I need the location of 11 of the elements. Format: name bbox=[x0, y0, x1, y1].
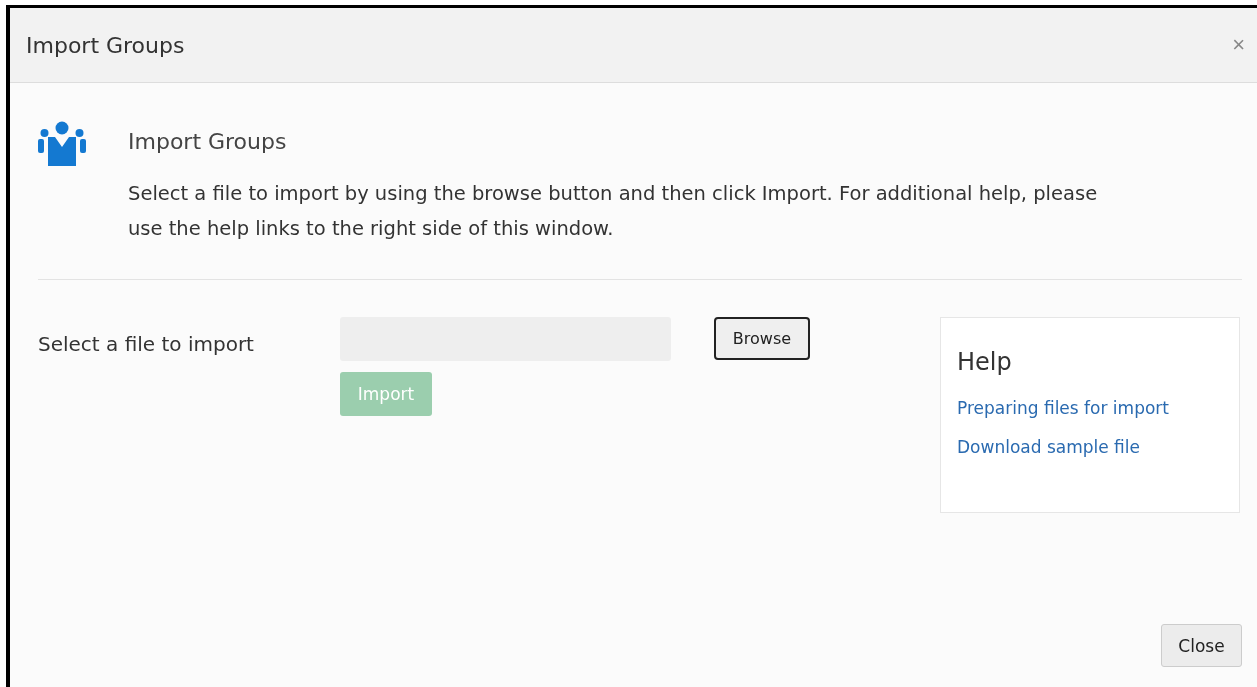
close-button[interactable]: Close bbox=[1161, 624, 1242, 667]
dialog-title: Import Groups bbox=[26, 32, 185, 58]
section-title: Import Groups bbox=[128, 129, 288, 154]
browse-button[interactable]: Browse bbox=[714, 317, 810, 360]
help-title: Help bbox=[957, 348, 1013, 376]
help-link[interactable]: Download sample file bbox=[957, 437, 1223, 457]
field-label: Select a file to import bbox=[38, 331, 255, 358]
close-button[interactable]: × bbox=[1232, 32, 1245, 58]
description-text: Select a file to import by using the browse button and then click Import. For additional help, please use the help links to the right side of this window. bbox=[128, 181, 1099, 242]
group-icon bbox=[38, 121, 86, 167]
help-link[interactable]: Preparing files for import bbox=[957, 398, 1223, 418]
